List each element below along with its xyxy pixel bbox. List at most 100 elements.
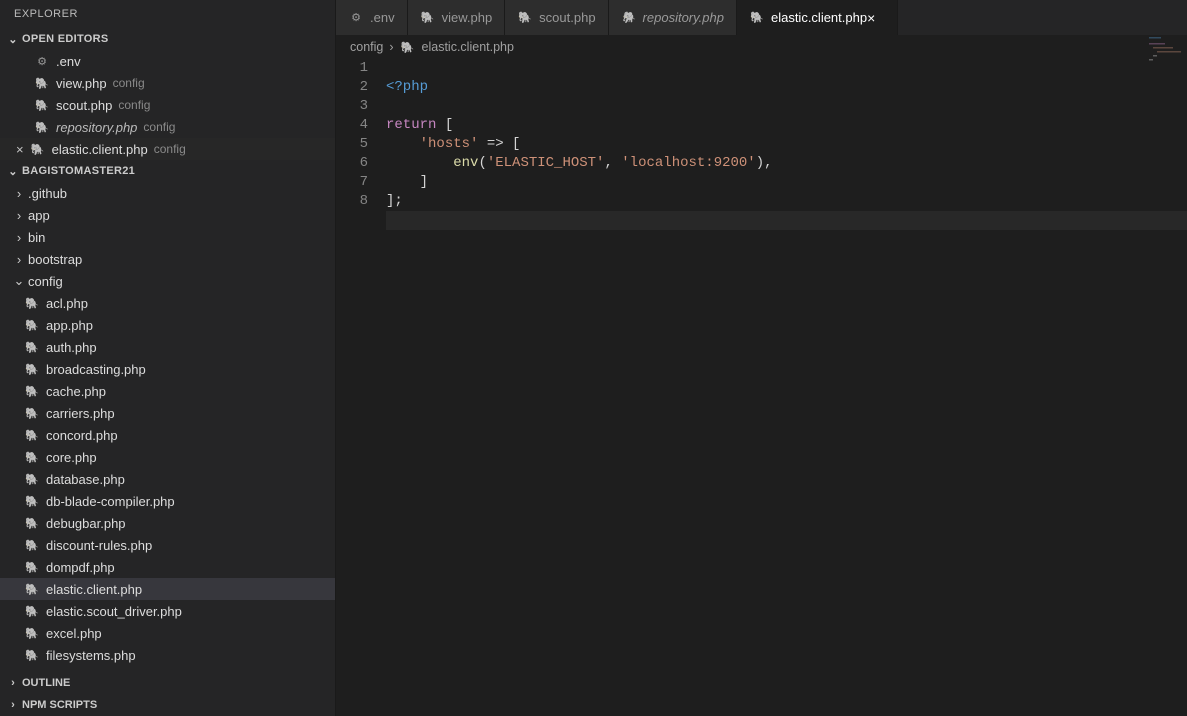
open-editor-item[interactable]: × 🐘 elastic.client.php config	[0, 138, 335, 160]
open-editor-item[interactable]: 🐘view.phpconfig	[0, 72, 335, 94]
line-number: 5	[336, 135, 368, 154]
file-name: dompdf.php	[46, 560, 115, 575]
folder-name: .github	[28, 186, 67, 201]
open-editors-list: ⚙.env🐘view.phpconfig🐘scout.phpconfig🐘rep…	[0, 50, 335, 160]
file-item[interactable]: 🐘debugbar.php	[0, 512, 335, 534]
close-icon[interactable]: ×	[867, 9, 885, 26]
code-token: env	[453, 155, 478, 171]
file-item[interactable]: 🐘database.php	[0, 468, 335, 490]
close-icon[interactable]: ×	[16, 142, 24, 157]
php-icon: 🐘	[24, 339, 40, 355]
file-item[interactable]: 🐘 elastic.scout_driver.php	[0, 600, 335, 622]
file-item[interactable]: 🐘 broadcasting.php	[0, 358, 335, 380]
file-hint: config	[143, 120, 175, 134]
gear-icon: ⚙	[34, 53, 50, 69]
file-name: elastic.client.php	[52, 142, 148, 157]
file-item[interactable]: 🐘carriers.php	[0, 402, 335, 424]
line-number: 6	[336, 154, 368, 173]
php-icon: 🐘	[30, 141, 46, 157]
file-item[interactable]: 🐘 filesystems.php	[0, 644, 335, 666]
tab[interactable]: 🐘scout.php	[505, 0, 608, 35]
file-item[interactable]: 🐘acl.php	[0, 292, 335, 314]
chevron-down-icon: ⌄	[6, 164, 20, 178]
file-name: elastic.scout_driver.php	[46, 604, 182, 619]
file-name: elastic.client.php	[46, 582, 142, 597]
open-editor-item[interactable]: 🐘 repository.php config	[0, 116, 335, 138]
chevron-right-icon: ›	[12, 252, 26, 266]
file-tree: ›.github›app›bin›bootstrap⌄config🐘acl.ph…	[0, 182, 335, 666]
file-name: auth.php	[46, 340, 97, 355]
folder-name: app	[28, 208, 50, 223]
folder-item[interactable]: ›.github	[0, 182, 335, 204]
explorer-sidebar: EXPLORER ⌄ OPEN EDITORS ⚙.env🐘view.phpco…	[0, 0, 336, 716]
file-hint: config	[154, 142, 186, 156]
code-token: ,	[604, 155, 621, 171]
code-content[interactable]: <?php return [ 'hosts' => [ env('ELASTIC…	[386, 59, 1187, 716]
npm-scripts-label: NPM SCRIPTS	[22, 699, 97, 711]
tab[interactable]: 🐘elastic.client.php×	[737, 0, 898, 35]
file-name: filesystems.php	[46, 648, 136, 663]
php-icon: 🐘	[24, 603, 40, 619]
file-item[interactable]: 🐘 dompdf.php	[0, 556, 335, 578]
file-item[interactable]: 🐘excel.php	[0, 622, 335, 644]
tab[interactable]: ⚙.env	[336, 0, 408, 35]
file-item[interactable]: 🐘discount-rules.php	[0, 534, 335, 556]
code-editor[interactable]: 12345678 <?php return [ 'hosts' => [ env…	[336, 59, 1187, 716]
file-item[interactable]: 🐘db-blade-compiler.php	[0, 490, 335, 512]
tab-bar: ⚙.env🐘view.php🐘scout.php🐘repository.php🐘…	[336, 0, 1187, 35]
file-item[interactable]: 🐘cache.php	[0, 380, 335, 402]
file-name: app.php	[46, 318, 93, 333]
line-number: 1	[336, 59, 368, 78]
php-icon: 🐘	[24, 559, 40, 575]
folder-item[interactable]: ›app	[0, 204, 335, 226]
tab-label: elastic.client.php	[771, 10, 867, 25]
folder-item[interactable]: ⌄config	[0, 270, 335, 292]
php-icon: 🐘	[517, 10, 533, 26]
project-label: BAGISTOMASTER21	[22, 165, 135, 177]
open-editors-header[interactable]: ⌄ OPEN EDITORS	[0, 28, 335, 50]
npm-scripts-header[interactable]: › NPM SCRIPTS	[0, 694, 335, 716]
folder-item[interactable]: ›bootstrap	[0, 248, 335, 270]
project-header[interactable]: ⌄ BAGISTOMASTER21	[0, 160, 335, 182]
file-name: debugbar.php	[46, 516, 126, 531]
php-icon: 🐘	[24, 427, 40, 443]
file-name: repository.php	[56, 120, 137, 135]
php-icon: 🐘	[420, 10, 436, 26]
file-item[interactable]: 🐘 concord.php	[0, 424, 335, 446]
open-editors-label: OPEN EDITORS	[22, 33, 109, 45]
line-number: 2	[336, 78, 368, 97]
file-name: concord.php	[46, 428, 118, 443]
php-icon: 🐘	[24, 361, 40, 377]
php-icon: 🐘	[24, 581, 40, 597]
php-icon: 🐘	[34, 119, 50, 135]
breadcrumb[interactable]: config › 🐘 elastic.client.php	[336, 35, 1187, 59]
file-name: view.php	[56, 76, 107, 91]
open-editor-item[interactable]: 🐘scout.phpconfig	[0, 94, 335, 116]
file-item[interactable]: 🐘 elastic.client.php	[0, 578, 335, 600]
php-icon: 🐘	[24, 493, 40, 509]
php-icon: 🐘	[24, 647, 40, 663]
code-token: ),	[756, 155, 773, 171]
code-token: ];	[386, 193, 403, 209]
tab[interactable]: 🐘repository.php	[609, 0, 737, 35]
file-name: core.php	[46, 450, 97, 465]
open-editor-item[interactable]: ⚙ .env	[0, 50, 335, 72]
line-numbers: 12345678	[336, 59, 386, 716]
file-item[interactable]: 🐘 auth.php	[0, 336, 335, 358]
folder-item[interactable]: ›bin	[0, 226, 335, 248]
file-name: cache.php	[46, 384, 106, 399]
breadcrumb-seg: elastic.client.php	[422, 40, 514, 54]
code-token: ]	[386, 174, 428, 190]
file-name: .env	[56, 54, 81, 69]
file-name: acl.php	[46, 296, 88, 311]
editor-area: ⚙.env🐘view.php🐘scout.php🐘repository.php🐘…	[336, 0, 1187, 716]
outline-label: OUTLINE	[22, 677, 70, 689]
outline-header[interactable]: › OUTLINE	[0, 672, 335, 694]
file-item[interactable]: 🐘app.php	[0, 314, 335, 336]
chevron-down-icon: ⌄	[12, 274, 26, 288]
file-name: broadcasting.php	[46, 362, 146, 377]
code-token: <?php	[386, 79, 428, 95]
file-hint: config	[118, 98, 150, 112]
tab[interactable]: 🐘view.php	[408, 0, 506, 35]
file-item[interactable]: 🐘core.php	[0, 446, 335, 468]
